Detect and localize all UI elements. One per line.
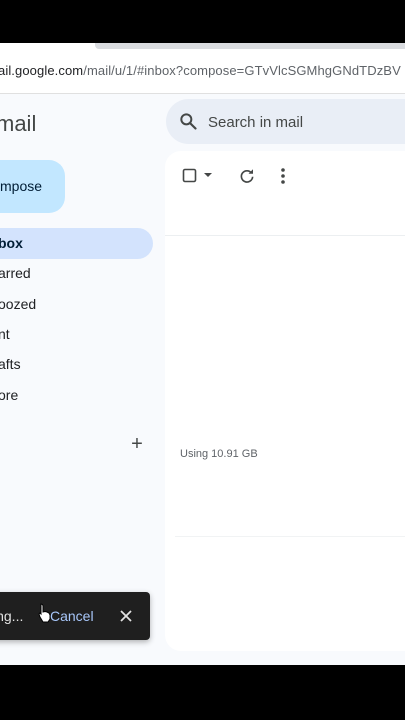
- cancel-button[interactable]: Cancel: [50, 592, 94, 640]
- toast-message: ing...: [0, 608, 24, 624]
- compose-button[interactable]: mpose: [0, 160, 65, 213]
- sidebar-item-snoozed[interactable]: oozed: [0, 289, 153, 320]
- url-path: /mail/u/1/#inbox?compose=GTvVlcSGMhgGNdT…: [83, 63, 401, 78]
- url-text[interactable]: ail.google.com/mail/u/1/#inbox?compose=G…: [0, 63, 401, 78]
- toolbar-divider: [165, 235, 405, 236]
- refresh-icon[interactable]: [238, 167, 256, 185]
- browser-screen: ail.google.com/mail/u/1/#inbox?compose=G…: [0, 43, 405, 665]
- storage-usage: Using 10.91 GB: [180, 448, 258, 460]
- footer-divider: [175, 536, 405, 537]
- dropdown-arrow-icon[interactable]: [203, 170, 213, 180]
- url-host: ail.google.com: [0, 63, 84, 78]
- sidebar-item-sent[interactable]: nt: [0, 319, 153, 350]
- search-bar[interactable]: [166, 99, 405, 146]
- sidebar-item-drafts[interactable]: afts: [0, 349, 153, 380]
- search-icon[interactable]: [178, 111, 198, 131]
- search-input[interactable]: [206, 99, 405, 146]
- more-vert-icon[interactable]: [279, 167, 287, 185]
- mouse-cursor-icon: [38, 603, 51, 623]
- mail-list-panel: Using 10.91 GB: [165, 151, 405, 651]
- plus-icon[interactable]: +: [128, 434, 146, 454]
- close-icon[interactable]: [119, 609, 133, 623]
- sidebar-item-inbox[interactable]: box: [0, 228, 153, 259]
- checkbox-icon[interactable]: [182, 168, 198, 184]
- tab-strip: [95, 43, 405, 49]
- address-bar[interactable]: ail.google.com/mail/u/1/#inbox?compose=G…: [0, 43, 405, 94]
- toast-notification: ing... Cancel: [0, 592, 150, 640]
- sidebar-item-starred[interactable]: arred: [0, 258, 153, 289]
- app-brand[interactable]: mail: [0, 111, 36, 137]
- sidebar-item-more[interactable]: ore: [0, 380, 153, 411]
